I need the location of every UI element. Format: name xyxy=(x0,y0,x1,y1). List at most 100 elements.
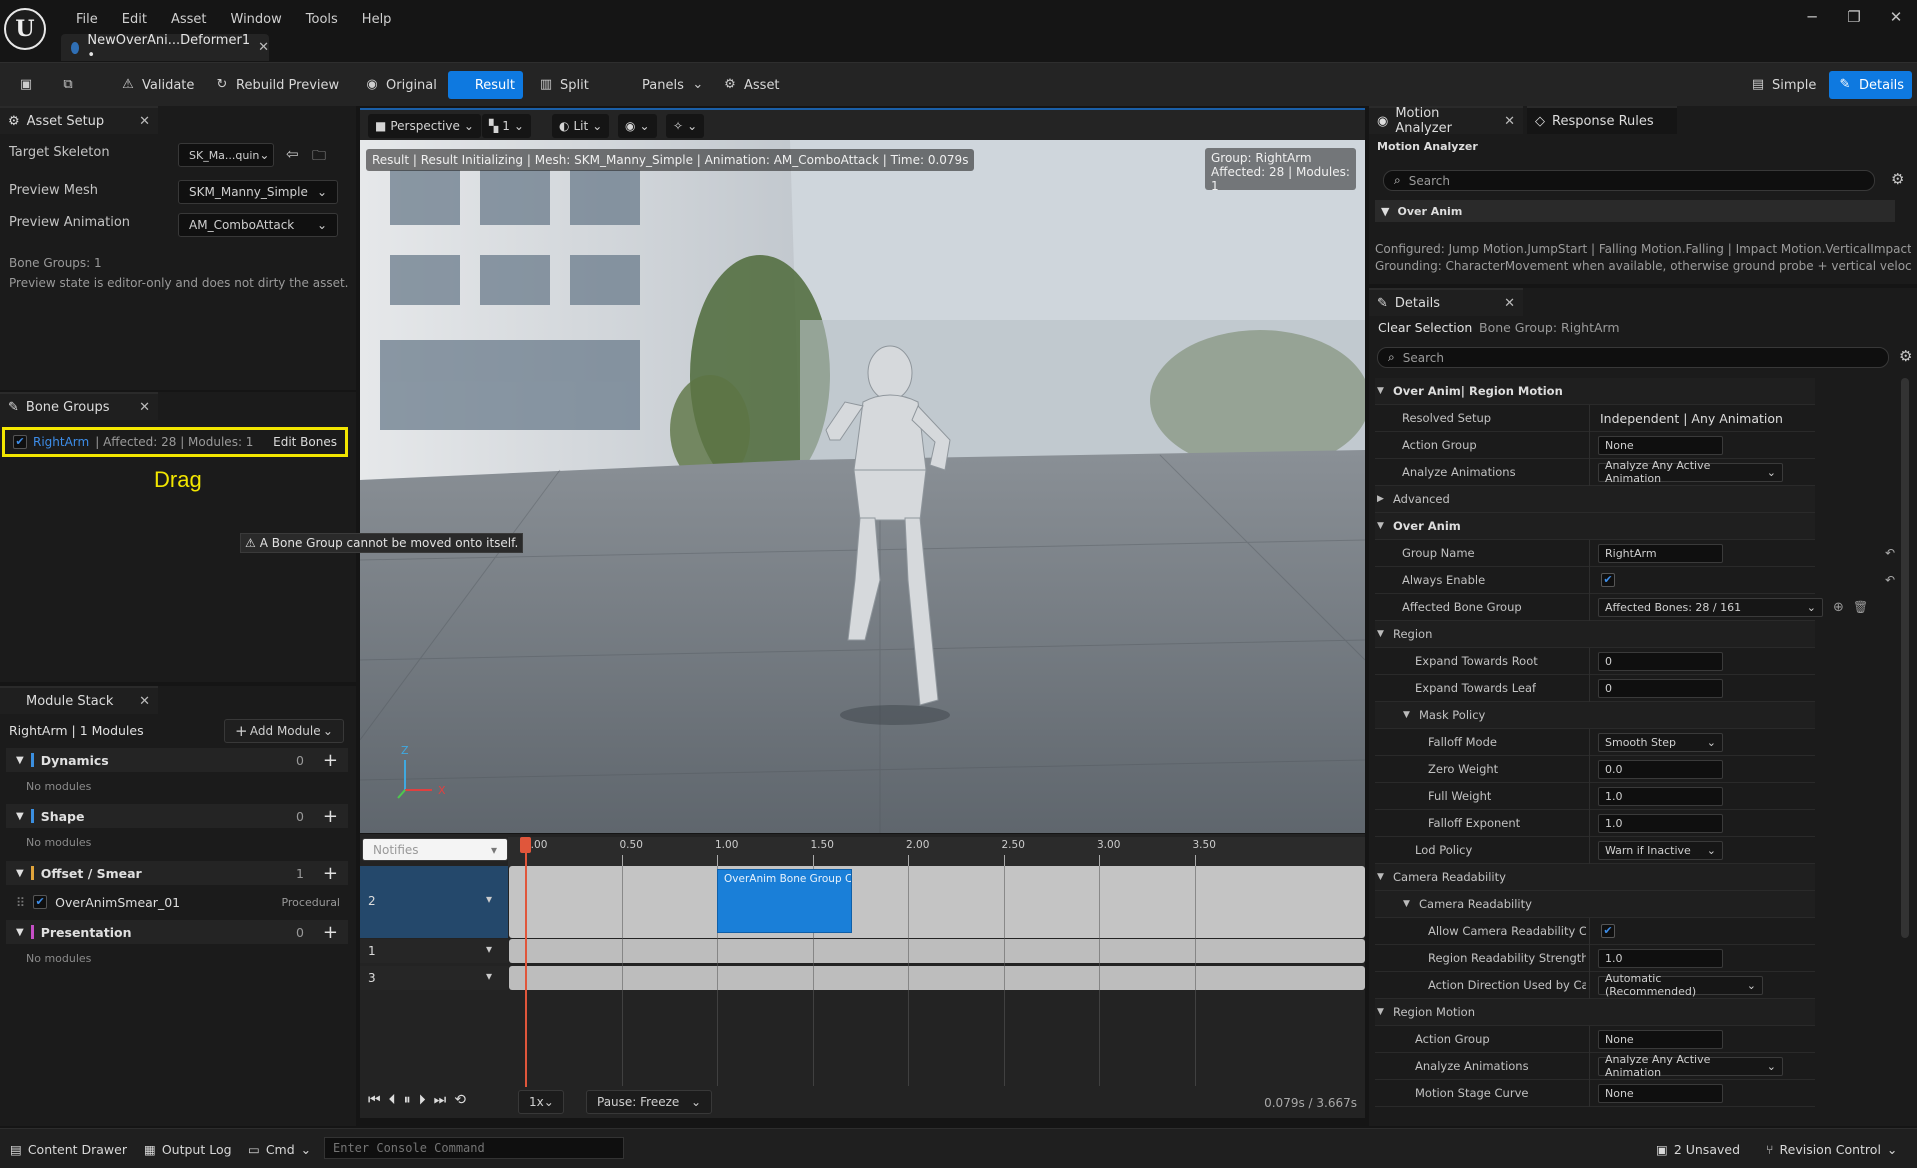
property-category[interactable]: ▼ Region xyxy=(1375,621,1815,648)
add-module-button[interactable]: + Add Module ⌄ xyxy=(224,719,344,743)
track-header-1[interactable]: 1 ▾ xyxy=(360,939,508,963)
property-category[interactable]: ▼ Camera Readability xyxy=(1375,891,1815,918)
menu-file[interactable]: File xyxy=(64,10,110,30)
drag-handle-icon[interactable]: ⠿ xyxy=(16,895,25,910)
property-combo[interactable]: Automatic (Recommended) ⌄ xyxy=(1598,972,1763,998)
module-stack-tab[interactable]: Module Stack ✕ xyxy=(0,686,158,714)
bone-groups-tab[interactable]: ✎ Bone Groups ✕ xyxy=(0,392,158,420)
property-input[interactable]: RightArm xyxy=(1598,543,1723,563)
property-combo[interactable]: Analyze Any Active Animation ⌄ xyxy=(1598,1053,1783,1079)
menu-asset[interactable]: Asset xyxy=(159,10,219,30)
playhead-handle[interactable] xyxy=(520,837,531,853)
close-icon[interactable]: ✕ xyxy=(139,114,150,129)
property-combo[interactable]: Smooth Step ⌄ xyxy=(1598,732,1723,752)
step-back-icon[interactable]: ⏴ xyxy=(389,1092,396,1108)
details-tab[interactable]: ✎ Details ✕ xyxy=(1369,288,1523,316)
property-category[interactable]: ▶ Advanced xyxy=(1375,486,1815,513)
trash-icon[interactable]: 🗑 xyxy=(1853,600,1868,614)
property-input[interactable]: None xyxy=(1598,1029,1723,1049)
settings-gear-icon[interactable]: ⚙ xyxy=(1899,347,1912,365)
menu-window[interactable]: Window xyxy=(219,10,294,30)
close-icon[interactable]: ✕ xyxy=(1504,114,1515,129)
save-icon[interactable]: ▣ xyxy=(10,71,42,99)
asset-button[interactable]: ⚙ Asset xyxy=(714,71,788,99)
track-lane-3[interactable] xyxy=(509,966,1365,990)
pause-icon[interactable]: ⏸ xyxy=(404,1092,411,1108)
browse-icon[interactable]: 🗀 xyxy=(312,145,326,169)
add-module-plus-icon[interactable]: + xyxy=(311,806,348,827)
over-anim-section-header[interactable]: ▼ Over Anim xyxy=(1375,200,1895,222)
panels-dropdown[interactable]: Panels ⌄ xyxy=(634,71,714,99)
playback-speed-dropdown[interactable]: 1x ⌄ xyxy=(518,1090,564,1114)
menu-help[interactable]: Help xyxy=(350,10,404,30)
property-category[interactable]: ▼ Over Anim xyxy=(1375,513,1815,540)
add-circle-icon[interactable]: ⊕ xyxy=(1833,600,1844,615)
reset-to-default-icon[interactable]: ↶ xyxy=(1885,573,1895,587)
property-input[interactable]: 1.0 xyxy=(1598,813,1723,833)
preview-viewport[interactable]: Z X Result | Result Initializing | Mesh:… xyxy=(360,140,1365,833)
module-item[interactable]: ⠿ ✔ OverAnimSmear_01 Procedural xyxy=(6,890,348,914)
close-icon[interactable]: ✕ xyxy=(139,694,150,709)
validate-button[interactable]: ⚠ Validate xyxy=(112,71,202,99)
restore-icon[interactable]: ❐ xyxy=(1833,8,1875,26)
target-skeleton-combo[interactable]: SK_Ma...quin ⌄ xyxy=(178,143,274,167)
motion-analyzer-search[interactable]: ⌕ Search xyxy=(1383,170,1875,191)
playhead-line[interactable] xyxy=(525,837,527,1087)
content-drawer-button[interactable]: ▤ Content Drawer xyxy=(2,1135,135,1163)
property-combo[interactable]: Analyze Any Active Animation ⌄ xyxy=(1598,459,1783,485)
bone-group-item[interactable]: ✔ RightArm | Affected: 28 | Modules: 1 E… xyxy=(2,427,348,457)
edit-bones-button[interactable]: Edit Bones xyxy=(273,435,337,449)
cmd-dropdown[interactable]: ▭ Cmd ⌄ xyxy=(240,1135,319,1163)
preview-mesh-combo[interactable]: SKM_Manny_Simple ⌄ xyxy=(178,180,338,204)
module-section-header[interactable]: ▼ Presentation 0 + xyxy=(6,920,348,944)
property-input[interactable]: 1.0 xyxy=(1598,786,1723,806)
track-dropdown-icon[interactable]: ▾ xyxy=(486,969,492,983)
camera-speed-dropdown[interactable]: ▚ 1 ⌄ xyxy=(482,114,531,138)
close-icon[interactable]: ✕ xyxy=(139,400,150,415)
menu-edit[interactable]: Edit xyxy=(110,10,159,30)
skip-to-start-icon[interactable]: ⏮ xyxy=(368,1092,381,1108)
perspective-dropdown[interactable]: ■ Perspective ⌄ xyxy=(368,114,481,138)
document-tab[interactable]: NewOverAni...Deformer1 • ✕ xyxy=(61,33,269,63)
use-selected-icon[interactable]: ⇦ xyxy=(286,145,299,163)
response-rules-tab[interactable]: ◇ Response Rules xyxy=(1527,106,1677,134)
step-forward-icon[interactable]: ⏵ xyxy=(419,1092,426,1108)
lit-dropdown[interactable]: ◐ Lit ⌄ xyxy=(552,114,610,138)
details-scrollbar[interactable] xyxy=(1901,378,1909,938)
unsaved-button[interactable]: ▣ 2 Unsaved xyxy=(1648,1135,1748,1163)
loop-icon[interactable]: ⟲ xyxy=(454,1092,466,1108)
time-ruler[interactable]: 0.00 0.50 1.00 1.50 2.00 2.50 3.00 3.50 xyxy=(508,837,1365,867)
add-module-plus-icon[interactable]: + xyxy=(311,750,348,771)
property-checkbox[interactable]: ✔ xyxy=(1601,573,1615,587)
revision-control-button[interactable]: ⑂ Revision Control ⌄ xyxy=(1758,1135,1905,1163)
notifies-dropdown[interactable]: Notifies ▾ xyxy=(362,838,508,861)
details-search[interactable]: ⌕ Search xyxy=(1377,347,1889,368)
clear-selection-button[interactable]: Clear Selection xyxy=(1378,320,1472,335)
property-category[interactable]: ▼ Mask Policy xyxy=(1375,702,1815,729)
property-combo[interactable]: Warn if Inactive ⌄ xyxy=(1598,840,1723,860)
rebuild-preview-button[interactable]: ↻ Rebuild Preview xyxy=(206,71,347,99)
add-module-plus-icon[interactable]: + xyxy=(311,863,348,884)
menu-tools[interactable]: Tools xyxy=(294,10,350,30)
property-input[interactable]: None xyxy=(1598,1083,1723,1103)
add-module-plus-icon[interactable]: + xyxy=(311,922,348,943)
bone-group-enabled-checkbox[interactable]: ✔ xyxy=(13,435,27,449)
unreal-logo-icon[interactable]: U xyxy=(4,8,46,50)
output-log-button[interactable]: ▦ Output Log xyxy=(136,1135,240,1163)
simple-button[interactable]: ▤ Simple xyxy=(1742,71,1824,99)
bone-group-clip[interactable]: OverAnim Bone Group C xyxy=(717,869,852,933)
track-dropdown-icon[interactable]: ▾ xyxy=(486,942,492,956)
track-lane-2[interactable] xyxy=(509,866,1365,938)
property-combo[interactable]: Affected Bones: 28 / 161 ⌄ xyxy=(1598,597,1823,617)
close-icon[interactable]: ✕ xyxy=(1504,296,1515,311)
pause-mode-dropdown[interactable]: Pause: Freeze ⌄ xyxy=(586,1090,712,1114)
property-input[interactable]: 1.0 xyxy=(1598,948,1723,968)
result-button[interactable]: Result xyxy=(448,71,523,99)
property-input[interactable]: 0.0 xyxy=(1598,759,1723,779)
property-category[interactable]: ▼ Over Anim| Region Motion xyxy=(1375,378,1815,405)
module-section-header[interactable]: ▼ Dynamics 0 + xyxy=(6,748,348,772)
reset-to-default-icon[interactable]: ↶ xyxy=(1885,546,1895,560)
settings-gear-icon[interactable]: ⚙ xyxy=(1891,170,1904,188)
module-section-header[interactable]: ▼ Offset / Smear 1 + xyxy=(6,861,348,885)
property-input[interactable]: 0 xyxy=(1598,651,1723,671)
